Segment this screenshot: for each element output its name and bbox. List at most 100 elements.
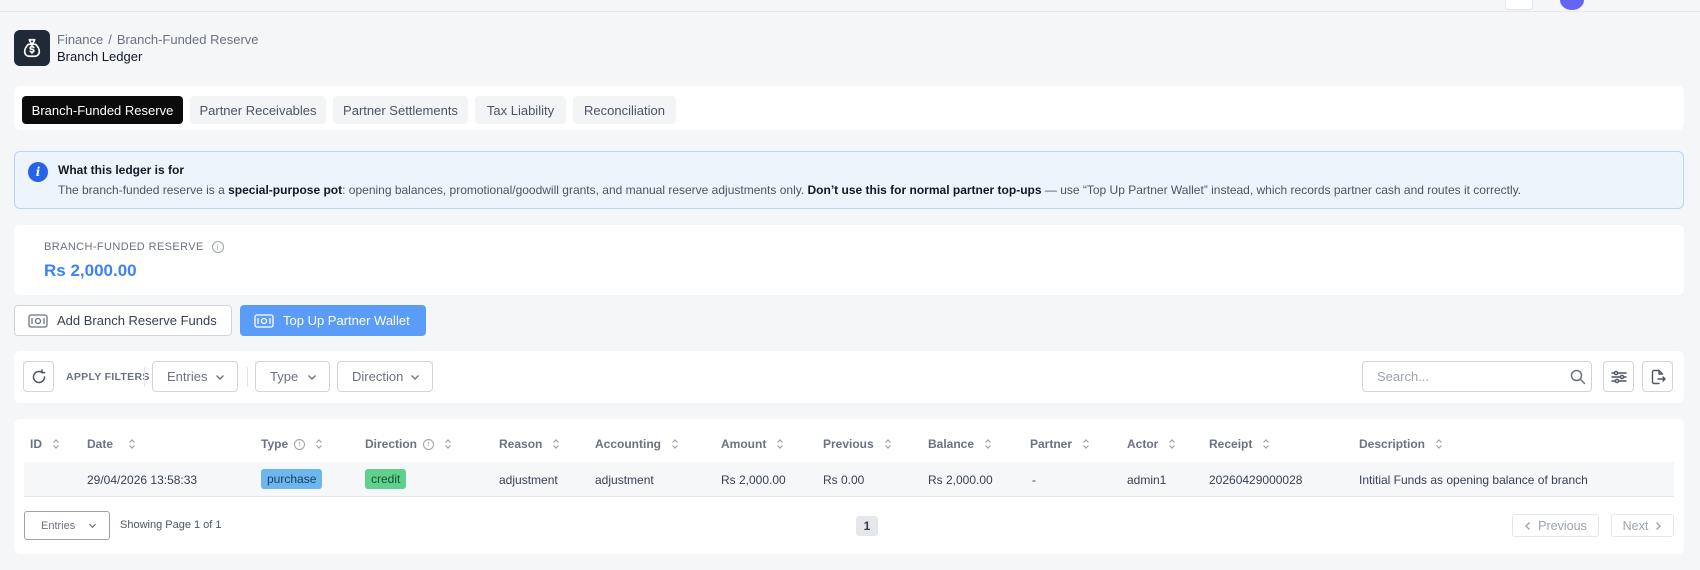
type-filter-label: Type xyxy=(270,369,299,384)
sort-icon xyxy=(445,439,451,449)
info-bold-1: special-purpose pot xyxy=(228,183,343,197)
chevron-down-icon xyxy=(411,375,419,380)
page-size-label: Entries xyxy=(41,519,76,532)
cell-previous: Rs 0.00 xyxy=(823,473,865,487)
type-filter-dropdown[interactable]: Type xyxy=(255,361,330,392)
column-header-actor[interactable]: Actor xyxy=(1127,437,1176,451)
money-icon xyxy=(28,313,48,328)
search-input[interactable] xyxy=(1362,361,1592,392)
chevron-down-icon xyxy=(216,375,224,380)
tab-branch-funded-reserve[interactable]: Branch-Funded Reserve xyxy=(22,96,183,124)
chevron-down-icon xyxy=(308,375,316,380)
top-up-partner-wallet-button[interactable]: Top Up Partner Wallet xyxy=(240,305,426,336)
export-button[interactable] xyxy=(1642,361,1673,392)
breadcrumb-finance[interactable]: Finance xyxy=(57,32,103,47)
search-icon[interactable] xyxy=(1570,369,1586,385)
direction-filter-dropdown[interactable]: Direction xyxy=(337,361,433,392)
topbar-button[interactable] xyxy=(1505,0,1533,10)
column-header-date[interactable]: Date xyxy=(87,437,136,451)
sort-icon xyxy=(1436,439,1442,449)
column-header-partner[interactable]: Partner xyxy=(1030,437,1090,451)
info-circle-icon[interactable]: i xyxy=(211,241,224,253)
column-header-direction[interactable]: Direction i xyxy=(365,437,452,451)
cell-actor: admin1 xyxy=(1127,473,1167,487)
cell-partner: - xyxy=(1032,473,1036,487)
tab-tax-liability[interactable]: Tax Liability xyxy=(475,96,566,124)
tab-reconciliation[interactable]: Reconciliation xyxy=(573,96,676,124)
next-page-button[interactable]: Next xyxy=(1611,514,1674,537)
cell-amount: Rs 2,000.00 xyxy=(721,473,786,487)
column-header-accounting-label: Accounting xyxy=(595,437,661,451)
column-header-direction-label: Direction xyxy=(365,437,418,451)
tab-partner-receivables[interactable]: Partner Receivables xyxy=(190,96,326,124)
top-bar xyxy=(0,0,1700,12)
column-header-previous[interactable]: Previous xyxy=(823,437,892,451)
column-header-id[interactable]: ID xyxy=(30,437,60,451)
page-status: Showing Page 1 of 1 xyxy=(120,519,222,531)
add-branch-reserve-funds-label: Add Branch Reserve Funds xyxy=(57,313,217,328)
divider xyxy=(247,367,248,387)
sort-icon xyxy=(884,439,891,449)
info-title: What this ledger is for xyxy=(58,163,185,177)
chevron-right-icon xyxy=(1656,521,1662,530)
reserve-summary-card: BRANCH-FUNDED RESERVE i Rs 2,000.00 xyxy=(14,225,1684,295)
tab-bar: Branch-Funded Reserve Partner Receivable… xyxy=(14,86,1684,130)
page-number-button[interactable]: 1 xyxy=(856,516,878,536)
info-circle-icon[interactable]: i xyxy=(423,438,435,450)
column-header-id-label: ID xyxy=(30,437,42,451)
column-header-actor-label: Actor xyxy=(1127,437,1159,451)
column-header-receipt[interactable]: Receipt xyxy=(1209,437,1270,451)
tab-partner-settlements[interactable]: Partner Settlements xyxy=(333,96,468,124)
sort-icon xyxy=(1083,439,1089,449)
next-page-label: Next xyxy=(1622,518,1649,533)
entries-filter-dropdown[interactable]: Entries xyxy=(152,361,238,392)
info-text-2: : opening balances, promotional/goodwill… xyxy=(342,183,808,197)
cell-balance: Rs 2,000.00 xyxy=(928,473,993,487)
table-row[interactable]: 29/04/2026 13:58:33 purchase credit adju… xyxy=(24,462,1674,497)
column-header-partner-label: Partner xyxy=(1030,437,1073,451)
direction-badge: credit xyxy=(365,469,407,489)
column-header-accounting[interactable]: Accounting xyxy=(595,437,679,451)
info-icon: i xyxy=(28,162,48,182)
page-header: Finance / Branch-Funded Reserve Branch Led… xyxy=(14,30,259,66)
page-title: Branch Ledger xyxy=(57,49,143,64)
avatar[interactable] xyxy=(1560,0,1584,10)
breadcrumb: Finance / Branch-Funded Reserve xyxy=(57,31,259,48)
chevron-down-icon xyxy=(89,523,96,529)
column-header-amount[interactable]: Amount xyxy=(721,437,784,451)
add-branch-reserve-funds-button[interactable]: Add Branch Reserve Funds xyxy=(14,305,232,336)
sort-icon xyxy=(316,439,323,449)
info-banner: i What this ledger is for The branch-fun… xyxy=(14,151,1684,209)
money-bag-icon xyxy=(14,30,50,66)
cell-receipt: 20260429000028 xyxy=(1209,473,1303,487)
money-icon xyxy=(254,313,274,328)
sort-icon xyxy=(777,439,784,449)
sort-icon xyxy=(129,439,135,449)
sort-icon xyxy=(1263,439,1270,449)
column-header-receipt-label: Receipt xyxy=(1209,437,1253,451)
entries-filter-label: Entries xyxy=(167,369,208,384)
column-header-date-label: Date xyxy=(87,437,114,451)
column-header-description[interactable]: Description xyxy=(1359,437,1443,451)
export-file-icon xyxy=(1651,369,1666,384)
type-badge: purchase xyxy=(261,469,323,489)
column-header-balance-label: Balance xyxy=(928,437,975,451)
column-header-amount-label: Amount xyxy=(721,437,767,451)
info-circle-icon[interactable]: i xyxy=(294,438,306,450)
apply-filters-label: APPLY FILTERS xyxy=(66,371,150,383)
cell-accounting: adjustment xyxy=(595,473,654,487)
top-up-partner-wallet-label: Top Up Partner Wallet xyxy=(283,313,410,328)
column-header-type-label: Type xyxy=(261,437,289,451)
previous-page-button[interactable]: Previous xyxy=(1512,514,1599,537)
page-size-dropdown[interactable]: Entries xyxy=(24,511,110,540)
sort-icon xyxy=(672,439,678,449)
column-header-balance[interactable]: Balance xyxy=(928,437,992,451)
refresh-button[interactable] xyxy=(23,361,54,392)
column-settings-button[interactable] xyxy=(1603,361,1634,392)
column-header-reason[interactable]: Reason xyxy=(499,437,560,451)
column-header-type[interactable]: Type i xyxy=(261,437,323,451)
filter-bar: APPLY FILTERS Entries Type Direction xyxy=(14,351,1684,403)
column-header-description-label: Description xyxy=(1359,437,1426,451)
divider xyxy=(144,367,145,387)
reserve-value: Rs 2,000.00 xyxy=(44,261,137,280)
